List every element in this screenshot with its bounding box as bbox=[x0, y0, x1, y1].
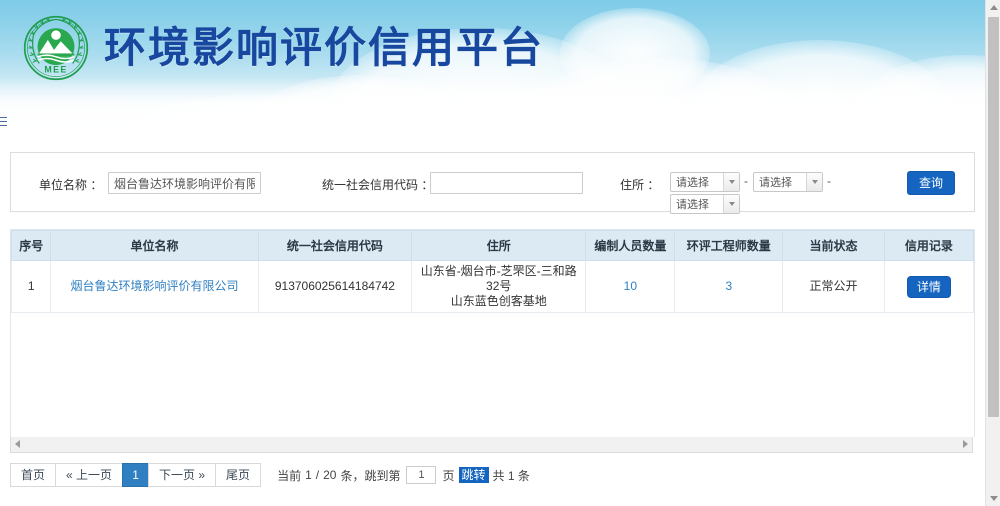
engineer-count-link[interactable]: 3 bbox=[725, 279, 732, 293]
jump-button[interactable]: 跳转 bbox=[459, 467, 489, 483]
page-content: MEE 环境影响评价信用平台 单位名称 ： 统一社会信用代码 ： 住所 ： 请选… bbox=[0, 0, 985, 506]
page-1-button[interactable]: 1 bbox=[122, 463, 148, 487]
main-body: 单位名称 ： 统一社会信用代码 ： 住所 ： 请选择 - 请选择 - 请选择 bbox=[0, 152, 985, 488]
cell-name: 烟台鲁达环境影响评价有限公司 bbox=[51, 261, 258, 313]
edge-cutoff-widget[interactable] bbox=[0, 117, 7, 130]
site-brand: MEE 环境影响评价信用平台 bbox=[22, 14, 544, 82]
unit-name-input[interactable] bbox=[108, 172, 261, 194]
info-jump-label: 条，跳到第 bbox=[340, 467, 400, 484]
th-index: 序号 bbox=[12, 231, 51, 261]
cell-status: 正常公开 bbox=[783, 261, 885, 313]
chevron-down-icon bbox=[723, 173, 739, 191]
chevron-down-icon bbox=[723, 195, 739, 213]
scroll-left-icon[interactable] bbox=[15, 440, 20, 448]
table-header-row: 序号 单位名称 统一社会信用代码 住所 编制人员数量 环评工程师数量 当前状态 … bbox=[12, 231, 974, 261]
search-button[interactable]: 查询 bbox=[907, 171, 955, 195]
th-address: 住所 bbox=[412, 231, 586, 261]
address-separator-2: - bbox=[827, 174, 831, 188]
table-horizontal-scrollbar[interactable] bbox=[10, 437, 973, 453]
district-select[interactable]: 请选择 bbox=[670, 194, 740, 214]
th-staff: 编制人员数量 bbox=[586, 231, 675, 261]
scroll-down-icon[interactable] bbox=[986, 491, 1000, 506]
cell-address: 山东省-烟台市-芝罘区-三和路32号 山东蓝色创客基地 bbox=[412, 261, 586, 313]
th-code: 统一社会信用代码 bbox=[258, 231, 411, 261]
city-select[interactable]: 请选择 bbox=[753, 172, 823, 192]
pagination-buttons: 首页 « 上一页 1 下一页 » 尾页 bbox=[10, 463, 261, 487]
last-page-button[interactable]: 尾页 bbox=[215, 463, 261, 487]
pagination-info: 当前 1 / 20 条，跳到第 页 跳转 共 1 条 bbox=[277, 466, 530, 484]
province-select[interactable]: 请选择 bbox=[670, 172, 740, 192]
district-select-value: 请选择 bbox=[676, 196, 709, 212]
info-slash: / bbox=[316, 468, 319, 482]
detail-button[interactable]: 详情 bbox=[907, 276, 951, 298]
cell-credit: 详情 bbox=[884, 261, 973, 313]
cell-code: 913706025614184742 bbox=[258, 261, 411, 313]
company-name-link[interactable]: 烟台鲁达环境影响评价有限公司 bbox=[71, 279, 239, 293]
th-engineer: 环评工程师数量 bbox=[675, 231, 783, 261]
cell-engineer-count: 3 bbox=[675, 261, 783, 313]
mee-emblem-icon: MEE bbox=[22, 14, 90, 82]
th-credit: 信用记录 bbox=[884, 231, 973, 261]
cell-staff-count: 10 bbox=[586, 261, 675, 313]
results-table: 序号 单位名称 统一社会信用代码 住所 编制人员数量 环评工程师数量 当前状态 … bbox=[11, 230, 974, 313]
th-status: 当前状态 bbox=[783, 231, 885, 261]
info-total-count: 20 bbox=[323, 468, 336, 482]
scroll-right-icon[interactable] bbox=[963, 440, 968, 448]
city-select-value: 请选择 bbox=[759, 174, 792, 190]
next-page-button[interactable]: 下一页 » bbox=[148, 463, 215, 487]
credit-code-input[interactable] bbox=[430, 172, 583, 194]
prev-page-button[interactable]: « 上一页 bbox=[55, 463, 122, 487]
address-label: 住所 ： bbox=[620, 176, 659, 193]
pagination: 首页 « 上一页 1 下一页 » 尾页 当前 1 / 20 条，跳到第 页 跳转… bbox=[10, 462, 975, 488]
page-vertical-scrollbar[interactable] bbox=[985, 0, 1000, 506]
scroll-up-icon[interactable] bbox=[986, 0, 1000, 15]
jump-page-input[interactable] bbox=[406, 466, 436, 484]
search-filter-panel: 单位名称 ： 统一社会信用代码 ： 住所 ： 请选择 - 请选择 - 请选择 bbox=[10, 152, 975, 212]
chevron-down-icon bbox=[806, 173, 822, 191]
page-title: 环境影响评价信用平台 bbox=[104, 27, 544, 69]
cell-index: 1 bbox=[12, 261, 51, 313]
unit-name-label: 单位名称 ： bbox=[39, 176, 102, 193]
info-current-label: 当前 bbox=[277, 467, 301, 484]
staff-count-link[interactable]: 10 bbox=[624, 279, 637, 293]
cloud-base-gradient bbox=[0, 77, 985, 135]
address-line-1: 山东省-烟台市-芝罘区-三和路32号 bbox=[421, 264, 577, 293]
th-name: 单位名称 bbox=[51, 231, 258, 261]
address-separator-1: - bbox=[744, 174, 748, 188]
results-table-container: 序号 单位名称 统一社会信用代码 住所 编制人员数量 环评工程师数量 当前状态 … bbox=[10, 229, 975, 437]
province-select-value: 请选择 bbox=[676, 174, 709, 190]
info-total-records: 共 1 条 bbox=[493, 467, 530, 484]
address-line-2: 山东蓝色创客基地 bbox=[451, 294, 547, 308]
info-page-number: 1 bbox=[305, 468, 312, 482]
info-page-word: 页 bbox=[442, 467, 454, 484]
scrollbar-thumb[interactable] bbox=[988, 17, 999, 417]
mee-logo-text: MEE bbox=[44, 64, 67, 74]
table-row[interactable]: 1 烟台鲁达环境影响评价有限公司 913706025614184742 山东省-… bbox=[12, 261, 974, 313]
first-page-button[interactable]: 首页 bbox=[10, 463, 55, 487]
browser-viewport: MEE 环境影响评价信用平台 单位名称 ： 统一社会信用代码 ： 住所 ： 请选… bbox=[0, 0, 1000, 506]
site-header-banner: MEE 环境影响评价信用平台 bbox=[0, 0, 985, 135]
credit-code-label: 统一社会信用代码 ： bbox=[322, 176, 433, 193]
